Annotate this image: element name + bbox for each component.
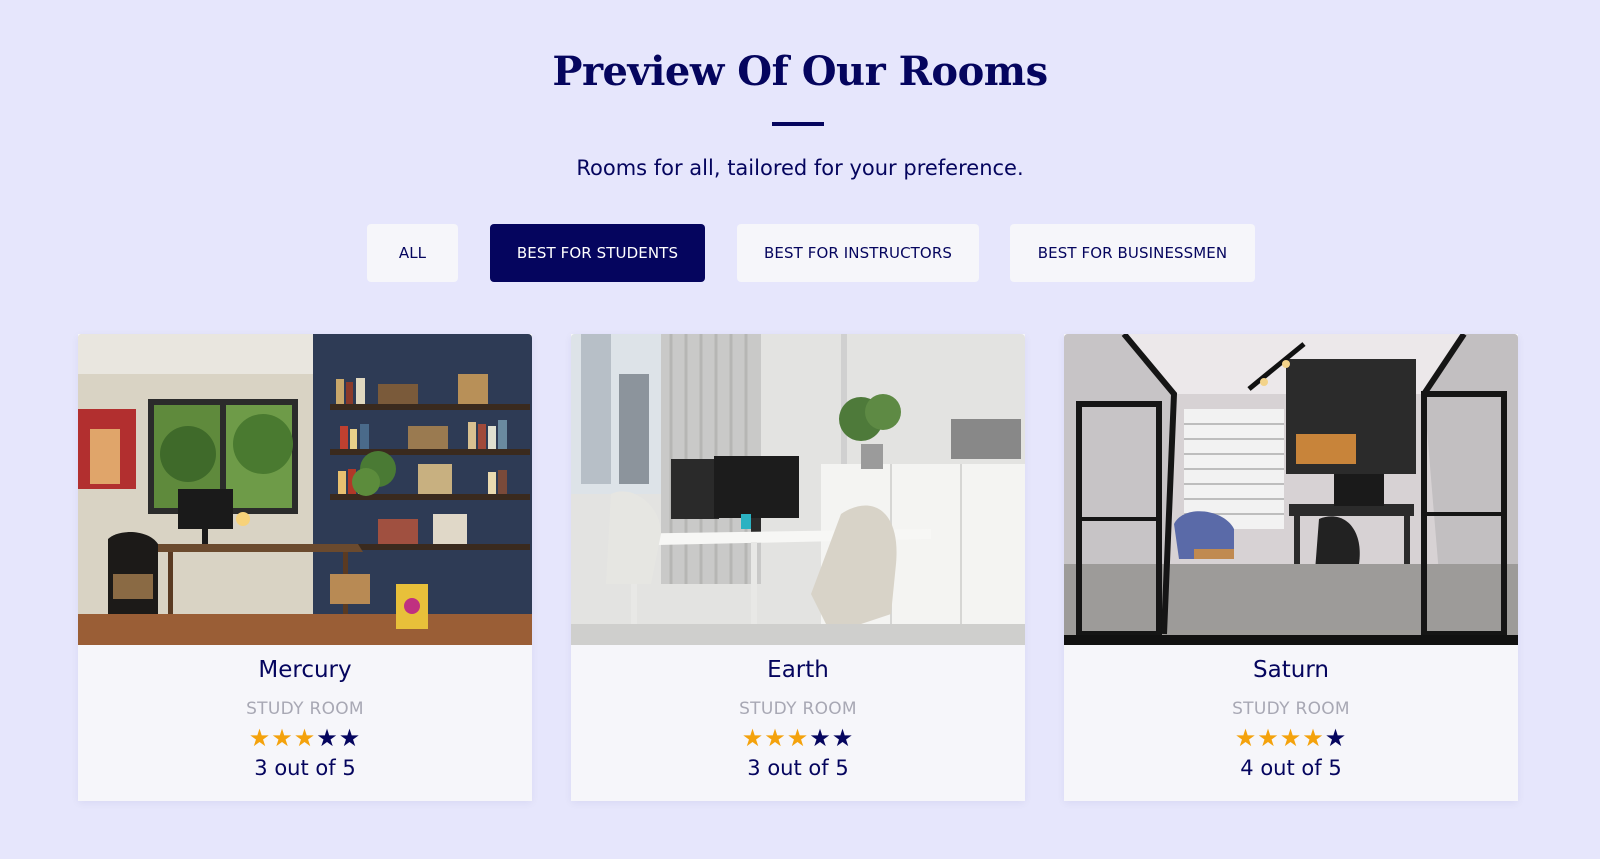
- room-photo: [78, 334, 532, 645]
- star-icon: ★: [271, 724, 294, 752]
- filter-all-button[interactable]: ALL: [367, 224, 458, 282]
- room-type: STUDY ROOM: [739, 699, 857, 719]
- rating-text: 3 out of 5: [254, 756, 356, 780]
- section-subtitle: Rooms for all, tailored for your prefere…: [576, 156, 1024, 180]
- room-name: Earth: [767, 657, 829, 683]
- star-icon: ★: [1234, 724, 1258, 752]
- room-name: Mercury: [258, 657, 352, 683]
- rating-text: 4 out of 5: [1240, 756, 1342, 780]
- room-card[interactable]: Earth STUDY ROOM ★★★★★ 3 out of 5: [571, 334, 1025, 801]
- star-icon: ★: [338, 724, 362, 752]
- section-title: Preview Of Our Rooms: [552, 48, 1048, 95]
- star-icon: ★: [741, 724, 765, 752]
- star-icon: ★: [248, 724, 272, 752]
- room-name: Saturn: [1253, 657, 1329, 683]
- room-type: STUDY ROOM: [246, 699, 364, 719]
- filter-businessmen-button[interactable]: BEST FOR BUSINESSMEN: [1010, 224, 1255, 282]
- star-icon: ★: [293, 724, 317, 752]
- room-type: STUDY ROOM: [1232, 699, 1350, 719]
- star-rating: ★★★★★: [571, 724, 1025, 752]
- star-icon: ★: [831, 724, 855, 752]
- star-rating: ★★★★★: [78, 724, 532, 752]
- room-card[interactable]: Saturn STUDY ROOM ★★★★★ 4 out of 5: [1064, 334, 1518, 801]
- rating-text: 3 out of 5: [747, 756, 849, 780]
- star-icon: ★: [1302, 724, 1325, 752]
- star-icon: ★: [764, 724, 787, 752]
- title-divider: [772, 122, 824, 126]
- star-rating: ★★★★★: [1064, 724, 1518, 752]
- star-icon: ★: [316, 724, 339, 752]
- room-filter-bar: ALL BEST FOR STUDENTS BEST FOR INSTRUCTO…: [0, 224, 1600, 282]
- star-icon: ★: [1324, 724, 1348, 752]
- star-icon: ★: [786, 724, 810, 752]
- filter-instructors-button[interactable]: BEST FOR INSTRUCTORS: [737, 224, 979, 282]
- star-icon: ★: [1279, 724, 1303, 752]
- room-card[interactable]: Mercury STUDY ROOM ★★★★★ 3 out of 5: [78, 334, 532, 801]
- room-photo: [571, 334, 1025, 645]
- room-photo: [1064, 334, 1518, 645]
- filter-students-button[interactable]: BEST FOR STUDENTS: [490, 224, 705, 282]
- star-icon: ★: [809, 724, 832, 752]
- star-icon: ★: [1257, 724, 1280, 752]
